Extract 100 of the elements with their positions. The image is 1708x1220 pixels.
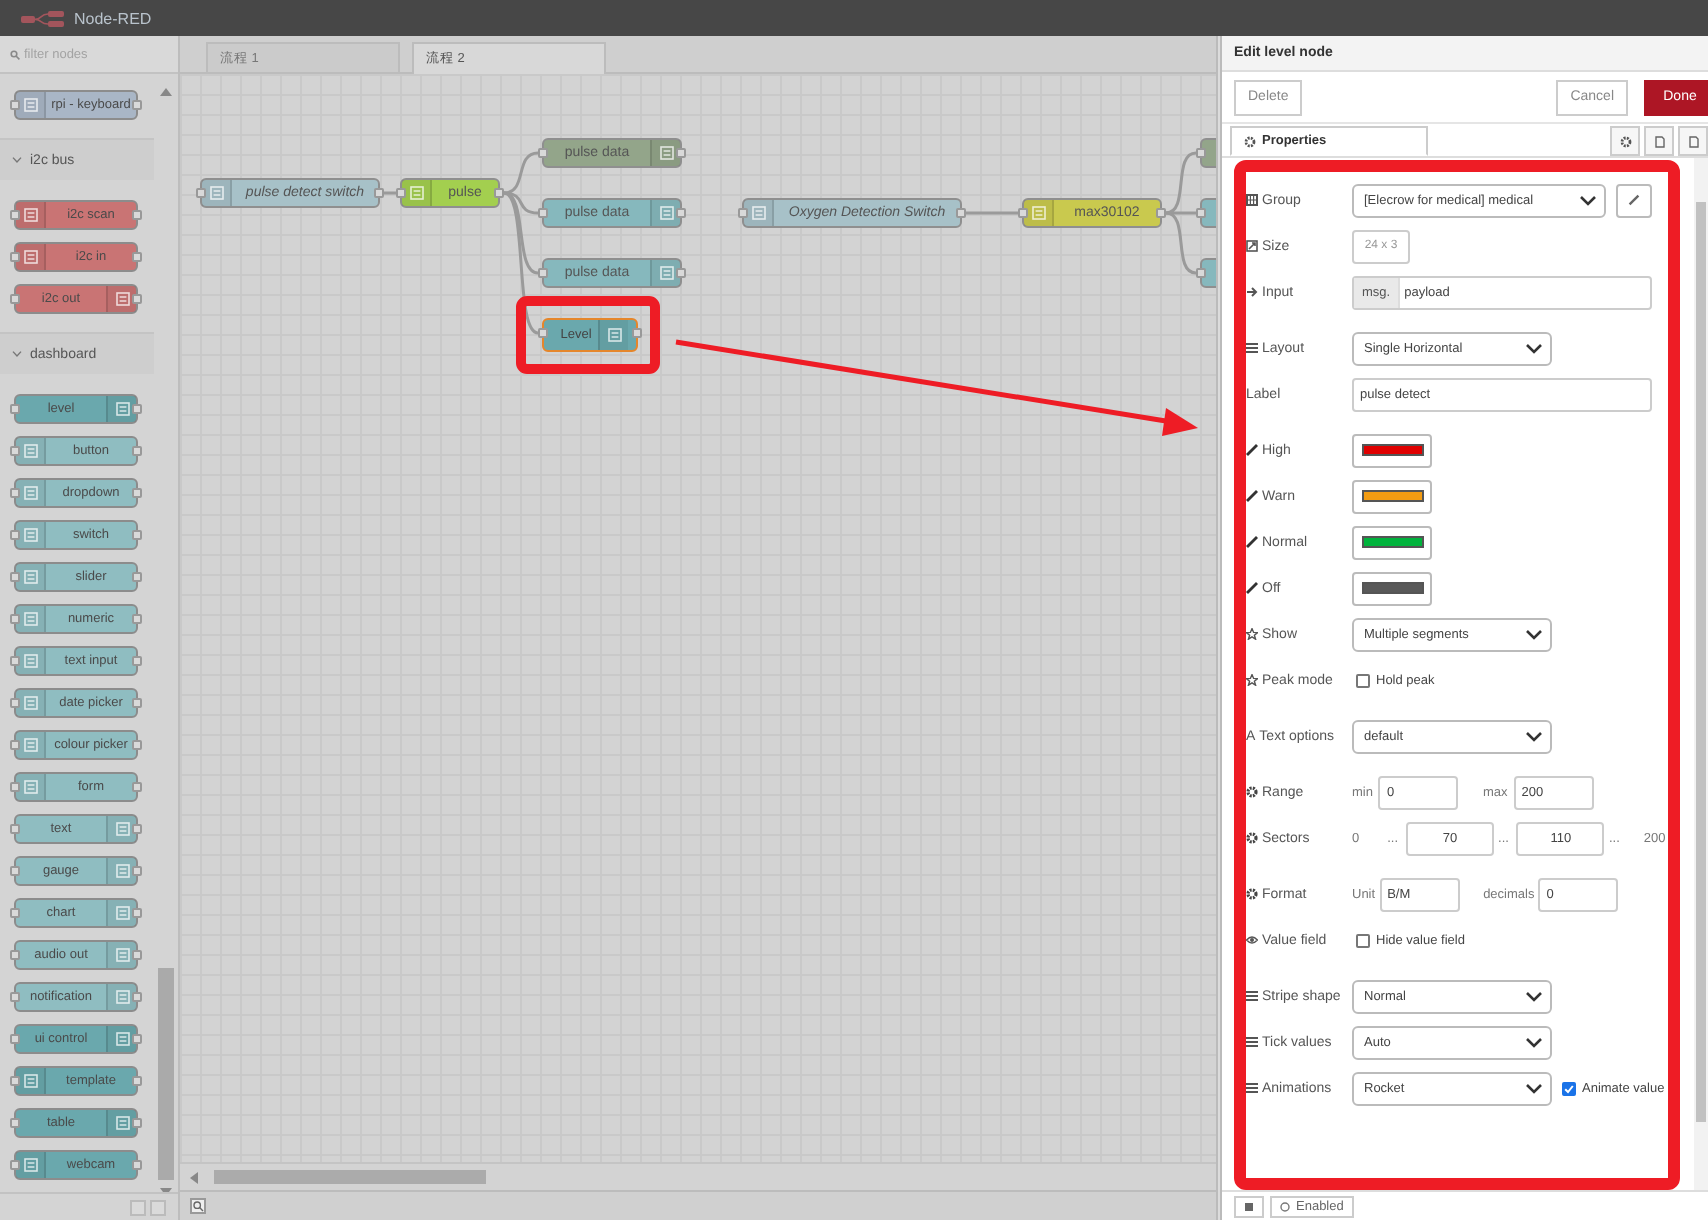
output-port[interactable]	[132, 1160, 142, 1170]
wire	[966, 211, 1018, 215]
output-port[interactable]	[132, 656, 142, 666]
input-port[interactable]	[10, 1076, 20, 1086]
output-port[interactable]	[632, 328, 642, 338]
input-port[interactable]	[10, 1118, 20, 1128]
input-port[interactable]	[1196, 268, 1206, 278]
input-port[interactable]	[538, 208, 548, 218]
scrollbar-thumb[interactable]	[158, 968, 174, 1180]
chevron-down-icon	[1526, 1083, 1542, 1093]
scrollbar-thumb[interactable]	[214, 1170, 486, 1184]
chevron-icon	[12, 156, 22, 164]
checkbox[interactable]	[1356, 933, 1370, 947]
output-port[interactable]	[132, 992, 142, 1002]
scrollbar-thumb[interactable]	[1696, 202, 1706, 1122]
output-port[interactable]	[132, 572, 142, 582]
search-icon	[10, 49, 20, 59]
input-port[interactable]	[10, 100, 20, 110]
color-button[interactable]	[1352, 525, 1432, 559]
input-port[interactable]	[538, 148, 548, 158]
lines-icon	[409, 186, 423, 200]
input-port[interactable]	[10, 698, 20, 708]
input-port[interactable]	[10, 572, 20, 582]
output-port[interactable]	[132, 404, 142, 414]
input-port[interactable]	[1196, 148, 1206, 158]
output-port[interactable]	[676, 148, 686, 158]
input-port[interactable]	[1018, 208, 1028, 218]
output-port[interactable]	[132, 614, 142, 624]
output-port[interactable]	[374, 188, 384, 198]
color-button[interactable]	[1352, 479, 1432, 513]
output-port[interactable]	[132, 446, 142, 456]
circle-icon	[1280, 1201, 1290, 1211]
output-port[interactable]	[676, 268, 686, 278]
input-port[interactable]	[10, 1160, 20, 1170]
color-button[interactable]	[1352, 571, 1432, 605]
output-port[interactable]	[132, 950, 142, 960]
output-port[interactable]	[132, 1118, 142, 1128]
output-port[interactable]	[132, 210, 142, 220]
input-port[interactable]	[10, 488, 20, 498]
input-port[interactable]	[396, 188, 406, 198]
output-port[interactable]	[132, 252, 142, 262]
input-port[interactable]	[10, 614, 20, 624]
input-port[interactable]	[738, 208, 748, 218]
output-port[interactable]	[676, 208, 686, 218]
input-port[interactable]	[10, 252, 20, 262]
input-port[interactable]	[10, 294, 20, 304]
input-port[interactable]	[10, 530, 20, 540]
gear-icon	[1619, 135, 1631, 147]
icon-tab[interactable]	[1610, 126, 1640, 156]
output-port[interactable]	[132, 294, 142, 304]
output-port[interactable]	[132, 866, 142, 876]
left-arrow-icon[interactable]	[190, 1172, 198, 1184]
input-port[interactable]	[10, 1034, 20, 1044]
output-port[interactable]	[132, 100, 142, 110]
lines-icon	[115, 1032, 129, 1046]
lines-icon	[209, 186, 223, 200]
input-port[interactable]	[1196, 208, 1206, 218]
scrollbar[interactable]	[180, 1162, 1216, 1190]
output-port[interactable]	[132, 488, 142, 498]
output-port[interactable]	[494, 188, 504, 198]
output-port[interactable]	[132, 740, 142, 750]
expand-button[interactable]	[150, 1199, 166, 1215]
input-port[interactable]	[10, 950, 20, 960]
input-port[interactable]	[10, 404, 20, 414]
icon-tab[interactable]	[1678, 126, 1708, 156]
input-port[interactable]	[10, 446, 20, 456]
lines-icon	[23, 528, 37, 542]
input-port[interactable]	[10, 908, 20, 918]
up-arrow-icon[interactable]	[160, 88, 172, 96]
output-port[interactable]	[132, 824, 142, 834]
output-port[interactable]	[132, 908, 142, 918]
scrollbar[interactable]	[1694, 158, 1708, 1190]
checkbox[interactable]	[1562, 1081, 1576, 1095]
input-port[interactable]	[10, 210, 20, 220]
lines-icon	[115, 864, 129, 878]
color-button[interactable]	[1352, 433, 1432, 467]
output-port[interactable]	[132, 782, 142, 792]
collapse-button[interactable]	[130, 1199, 146, 1215]
input-port[interactable]	[538, 268, 548, 278]
input-port[interactable]	[538, 328, 548, 338]
description-button[interactable]	[1234, 1195, 1264, 1217]
input-port[interactable]	[196, 188, 206, 198]
output-port[interactable]	[132, 1034, 142, 1044]
output-port[interactable]	[132, 1076, 142, 1086]
gear-icon	[1246, 888, 1258, 900]
output-port[interactable]	[132, 530, 142, 540]
icon-tab[interactable]	[1644, 126, 1674, 156]
input-port[interactable]	[10, 866, 20, 876]
output-port[interactable]	[956, 208, 966, 218]
output-port[interactable]	[132, 698, 142, 708]
output-port[interactable]	[1156, 208, 1166, 218]
input-port[interactable]	[10, 992, 20, 1002]
lines-icon	[23, 570, 37, 584]
input-port[interactable]	[10, 782, 20, 792]
input-port[interactable]	[10, 740, 20, 750]
checkbox[interactable]	[1356, 673, 1370, 687]
input-port[interactable]	[10, 656, 20, 666]
search-icon[interactable]	[190, 1198, 206, 1214]
edit-button[interactable]	[1616, 183, 1652, 217]
input-port[interactable]	[10, 824, 20, 834]
